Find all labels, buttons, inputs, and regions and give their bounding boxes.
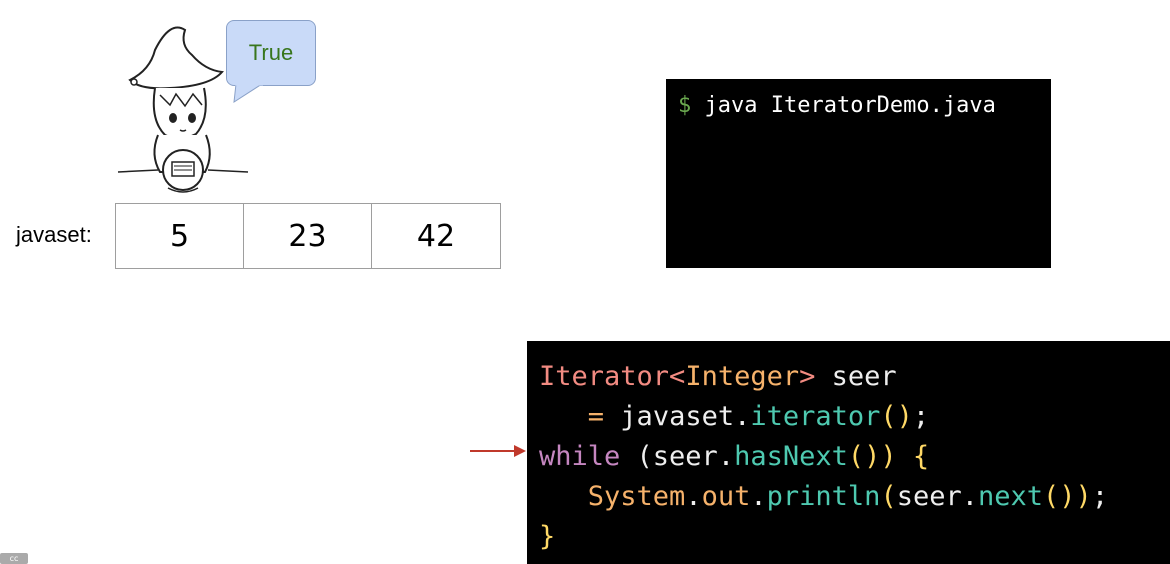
code-token: > [799, 361, 816, 392]
code-token: seer [896, 481, 962, 512]
set-label: javaset: [16, 222, 92, 247]
set-cell: 42 [416, 218, 456, 254]
top-caption-cropped [0, 0, 1170, 6]
code-token: ( [880, 481, 897, 512]
code-token: out [701, 481, 751, 512]
code-token: . [717, 441, 735, 472]
set-table: 5 23 42 [115, 203, 501, 269]
code-line: Iterator<Integer> seer [539, 357, 1158, 397]
set-cell: 5 [116, 204, 244, 268]
code-token: ; [912, 401, 930, 432]
code-token: seer [815, 361, 897, 392]
code-token: { [896, 441, 930, 472]
speech-bubble-tail [233, 84, 263, 103]
code-line: } [539, 517, 1158, 557]
current-line-arrow-icon [470, 445, 526, 457]
code-token: } [539, 521, 556, 552]
code-token: () [880, 401, 913, 432]
code-token: javaset [604, 401, 735, 432]
cc-license-icon: cc [0, 553, 28, 564]
code-token: Integer [685, 361, 800, 392]
code-token: println [766, 481, 881, 512]
code-token: . [961, 481, 978, 512]
terminal-command: java IteratorDemo.java [704, 93, 996, 118]
speech-bubble-text: True [248, 40, 294, 65]
code-token: < [669, 361, 686, 392]
code-token: (seer [620, 441, 718, 472]
code-token: ()) [847, 441, 897, 472]
code-token: = [587, 401, 605, 432]
code-token: ()) [1043, 481, 1092, 512]
code-token: while [539, 441, 621, 472]
set-cell: 23 [244, 204, 372, 268]
code-token: next [978, 481, 1044, 512]
code-token: ; [1091, 481, 1109, 512]
code-line: = javaset.iterator(); [539, 397, 1158, 437]
code-line: System.out.println(seer.next()); [539, 477, 1158, 517]
code-token: hasNext [734, 441, 848, 472]
speech-bubble: True [226, 20, 316, 86]
code-block: Iterator<Integer> seer = javaset.iterato… [527, 341, 1170, 564]
code-token: iterator [750, 401, 881, 432]
code-token: . [734, 401, 751, 432]
code-token: Iterator [539, 361, 670, 392]
code-token: . [685, 481, 702, 512]
code-token: . [750, 481, 767, 512]
terminal-window: $ java IteratorDemo.java [666, 79, 1051, 268]
code-line: while (seer.hasNext()) { [539, 437, 1158, 477]
code-token: System [587, 481, 686, 512]
terminal-prompt: $ [678, 93, 692, 118]
